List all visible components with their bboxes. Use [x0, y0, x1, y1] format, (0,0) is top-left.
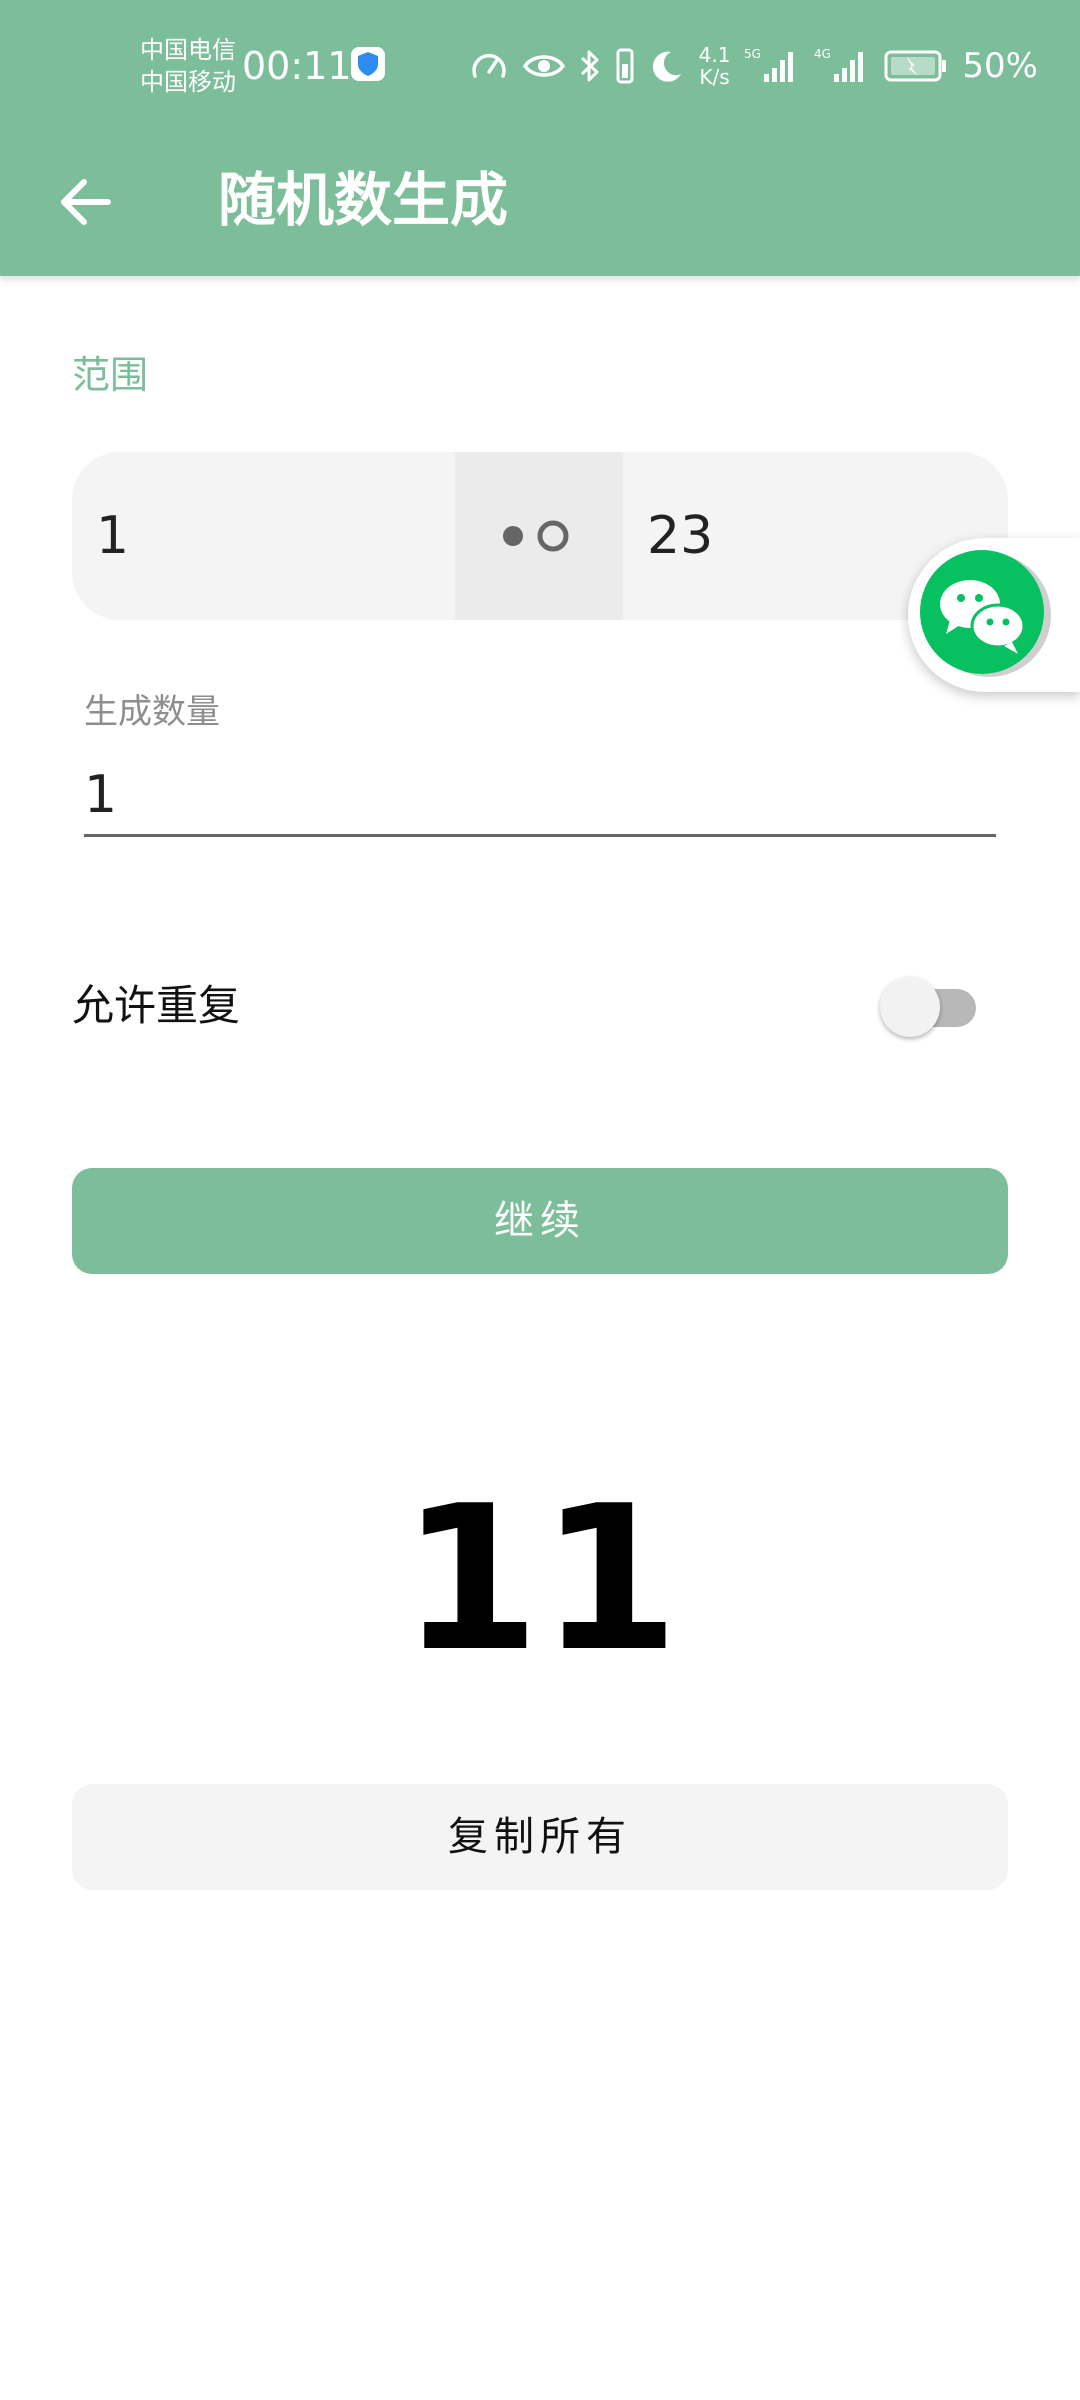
count-label: 生成数量 — [84, 692, 220, 732]
bluetooth-icon — [579, 46, 601, 86]
vibrate-icon — [615, 46, 635, 86]
carrier-2: 中国移动 — [140, 68, 236, 96]
floating-wechat-bubble[interactable] — [908, 538, 1080, 692]
page-title: 随机数生成 — [218, 166, 509, 234]
count-input[interactable]: 1 — [84, 756, 996, 837]
status-bar: 中国电信 中国移动 00:11 4.1 K/s 5G 4G 50% — [0, 0, 1080, 130]
net-speed-value: 4.1 — [698, 43, 731, 67]
range-min-input[interactable]: 1 — [96, 452, 456, 620]
result-number: 11 — [400, 1463, 680, 1696]
status-icons: 4.1 K/s 5G 4G 50% — [469, 38, 1038, 94]
speedometer-icon — [469, 46, 509, 86]
range-max-input[interactable]: 23 — [647, 452, 947, 620]
carrier-names: 中国电信 中国移动 — [140, 34, 236, 98]
eye-icon — [522, 48, 565, 84]
battery-charging-icon — [884, 48, 948, 84]
signal-icon: 5G — [744, 46, 800, 86]
copy-all-button[interactable]: 复制所有 — [72, 1784, 1008, 1890]
battery-percent: 50% — [962, 46, 1038, 86]
wechat-icon — [920, 550, 1051, 677]
back-button[interactable] — [50, 166, 122, 238]
continue-button[interactable]: 继续 — [72, 1168, 1008, 1274]
switch-thumb — [880, 977, 940, 1037]
range-separator-icon — [503, 520, 569, 552]
range-input-group: 1 23 — [72, 452, 1008, 620]
range-label: 范围 — [72, 353, 149, 397]
app-header: 中国电信 中国移动 00:11 4.1 K/s 5G 4G 50% 随机数生成 — [0, 0, 1080, 276]
allow-repeat-label: 允许重复 — [72, 981, 241, 1030]
status-time: 00:11 — [242, 44, 352, 88]
sim2-type: 4G — [814, 47, 831, 61]
allow-repeat-switch[interactable] — [880, 975, 980, 1039]
signal-icon: 4G — [814, 46, 870, 86]
shield-icon — [350, 46, 386, 82]
toolbar: 随机数生成 — [0, 130, 1080, 276]
net-speed-unit: K/s — [699, 65, 730, 89]
range-separator — [455, 452, 623, 620]
network-speed: 4.1 K/s — [699, 44, 731, 88]
carrier-1: 中国电信 — [140, 36, 236, 64]
sim1-type: 5G — [744, 47, 761, 61]
arrow-left-icon — [61, 179, 111, 225]
moon-icon — [649, 48, 685, 84]
